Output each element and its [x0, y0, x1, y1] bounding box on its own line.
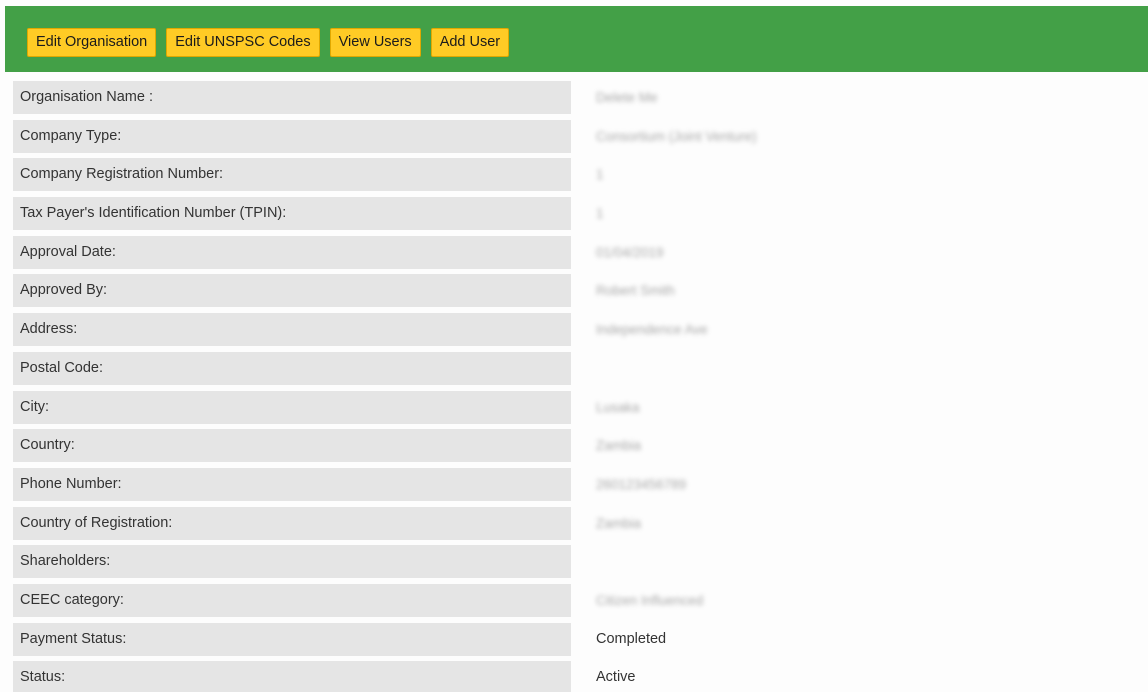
- detail-value: Citizen Influenced: [596, 592, 704, 608]
- detail-row-country-of-registration: Country of Registration: Zambia: [13, 506, 1148, 545]
- action-toolbar: Edit Organisation Edit UNSPSC Codes View…: [5, 6, 1148, 72]
- detail-row-organisation-name: Organisation Name : Delete Me: [13, 80, 1148, 119]
- detail-label: Address:: [13, 313, 571, 347]
- detail-label: Postal Code:: [13, 351, 571, 385]
- detail-row-ceec-category: CEEC category: Citizen Influenced: [13, 583, 1148, 622]
- detail-row-status: Status: Active: [13, 660, 1148, 692]
- detail-label: Organisation Name :: [13, 81, 571, 114]
- detail-label: CEEC category:: [13, 583, 571, 617]
- detail-label: City:: [13, 390, 571, 424]
- detail-label: Company Registration Number:: [13, 158, 571, 192]
- detail-label: Approved By:: [13, 274, 571, 308]
- detail-row-shareholders: Shareholders:: [13, 544, 1148, 583]
- view-users-button[interactable]: View Users: [329, 28, 421, 57]
- detail-value: Consortium (Joint Venture): [596, 128, 757, 144]
- organisation-details-page: Edit Organisation Edit UNSPSC Codes View…: [0, 0, 1148, 692]
- detail-label: Tax Payer's Identification Number (TPIN)…: [13, 197, 571, 231]
- detail-label: Country:: [13, 429, 571, 463]
- detail-label: Status:: [13, 661, 571, 692]
- detail-label: Shareholders:: [13, 545, 571, 579]
- detail-row-phone-number: Phone Number: 260123456789: [13, 467, 1148, 506]
- add-user-button[interactable]: Add User: [430, 28, 510, 57]
- detail-value: [590, 352, 1138, 385]
- detail-value: Lusaka: [596, 399, 640, 415]
- detail-value: 01/04/2019: [596, 244, 664, 260]
- status-value: Active: [596, 669, 636, 686]
- detail-value: Zambia: [596, 515, 642, 531]
- detail-value: 1: [596, 167, 604, 183]
- detail-row-approval-date: Approval Date: 01/04/2019: [13, 235, 1148, 274]
- detail-row-approved-by: Approved By: Robert Smith: [13, 273, 1148, 312]
- detail-value: 260123456789: [596, 476, 687, 492]
- edit-organisation-button[interactable]: Edit Organisation: [27, 28, 157, 57]
- edit-unspsc-codes-button[interactable]: Edit UNSPSC Codes: [166, 28, 320, 57]
- organisation-details-table: Organisation Name : Delete Me Company Ty…: [13, 80, 1148, 692]
- detail-value: 1: [596, 206, 604, 222]
- detail-label: Country of Registration:: [13, 506, 571, 540]
- detail-row-payment-status: Payment Status: Completed: [13, 622, 1148, 661]
- detail-row-company-registration-number: Company Registration Number: 1: [13, 157, 1148, 196]
- payment-status-value: Completed: [596, 630, 667, 647]
- detail-label: Company Type:: [13, 119, 571, 153]
- detail-label: Approval Date:: [13, 235, 571, 269]
- detail-value: Independence Ave: [596, 322, 708, 338]
- detail-row-postal-code: Postal Code:: [13, 351, 1148, 390]
- detail-label: Phone Number:: [13, 467, 571, 501]
- detail-value: Zambia: [596, 438, 642, 454]
- detail-value: [590, 545, 1138, 578]
- detail-row-address: Address: Independence Ave: [13, 312, 1148, 351]
- detail-label: Payment Status:: [13, 622, 571, 656]
- detail-row-city: City: Lusaka: [13, 390, 1148, 429]
- detail-value: Robert Smith: [596, 283, 675, 299]
- detail-row-tpin: Tax Payer's Identification Number (TPIN)…: [13, 196, 1148, 235]
- detail-row-country: Country: Zambia: [13, 428, 1148, 467]
- detail-value: Delete Me: [596, 90, 658, 105]
- detail-row-company-type: Company Type: Consortium (Joint Venture): [13, 119, 1148, 158]
